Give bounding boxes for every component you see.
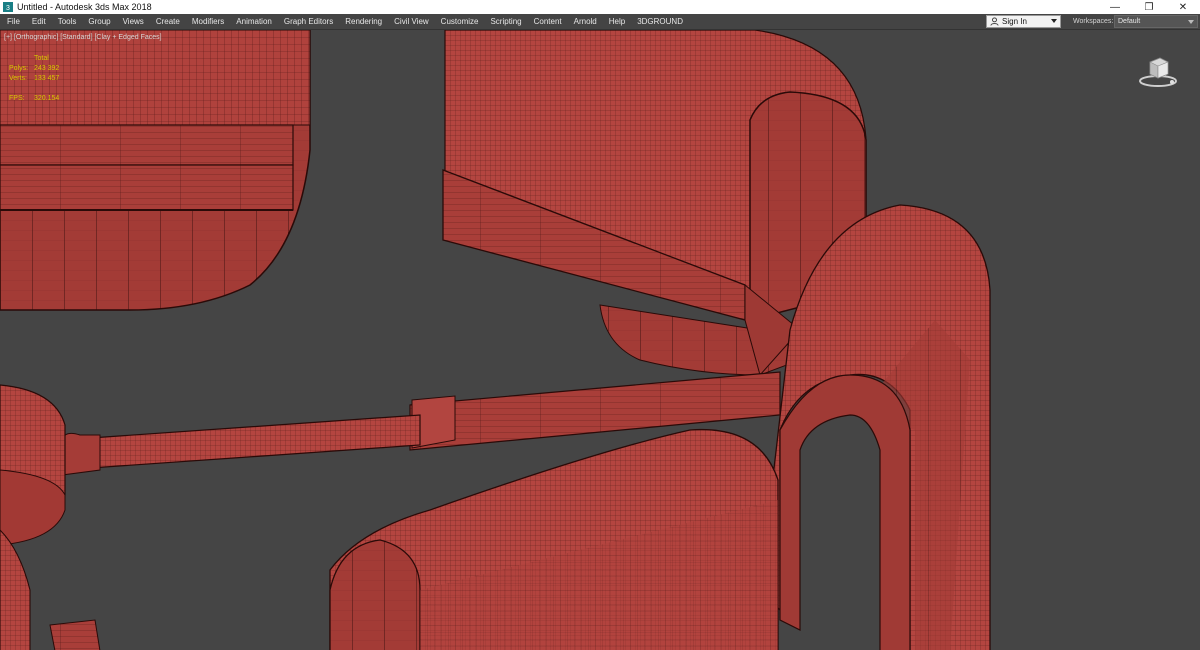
chevron-down-icon — [1051, 19, 1057, 23]
svg-text:3: 3 — [6, 5, 10, 12]
3ds-max-icon: 3 — [3, 2, 13, 12]
mesh-pipe — [61, 414, 421, 476]
menu-scripting[interactable]: Scripting — [484, 14, 527, 29]
mesh-lower-capsule — [329, 428, 779, 650]
menu-file[interactable]: File — [0, 14, 26, 29]
menu-civil-view[interactable]: Civil View — [388, 14, 435, 29]
restore-button[interactable]: ❐ — [1132, 0, 1166, 14]
menu-group[interactable]: Group — [82, 14, 116, 29]
workspaces-label: Workspaces: — [1073, 18, 1114, 25]
scene-render — [0, 30, 991, 650]
minimize-button[interactable]: — — [1098, 0, 1132, 14]
workspace-select[interactable]: Default — [1114, 15, 1198, 28]
perspective-viewport[interactable]: [+] [Orthographic] [Standard] [Clay + Ed… — [0, 29, 1200, 650]
menu-graph-editors[interactable]: Graph Editors — [278, 14, 339, 29]
menu-3dground[interactable]: 3DGROUND — [631, 14, 689, 29]
fps-label: FPS: — [9, 95, 25, 102]
chevron-down-icon — [1188, 20, 1194, 24]
title-bar: 3 Untitled - Autodesk 3ds Max 2018 — ❐ ✕ — [0, 0, 1200, 14]
workspace-value: Default — [1118, 18, 1141, 25]
main-menu: File Edit Tools Group Views Create Modif… — [0, 14, 689, 29]
menu-views[interactable]: Views — [117, 14, 150, 29]
viewport-label[interactable]: [+] [Orthographic] [Standard] [Clay + Ed… — [4, 34, 162, 41]
menu-create[interactable]: Create — [150, 14, 186, 29]
verts-label: Verts: — [9, 75, 27, 82]
menu-customize[interactable]: Customize — [435, 14, 485, 29]
menu-animation[interactable]: Animation — [230, 14, 278, 29]
mesh-left-disc — [0, 384, 66, 546]
mesh-bottom-left-fragments — [0, 529, 101, 650]
polys-value: 243 392 — [34, 65, 60, 72]
verts-value: 133 457 — [34, 75, 60, 82]
sign-in-dropdown[interactable]: Sign In — [986, 15, 1061, 28]
menu-content[interactable]: Content — [528, 14, 568, 29]
menu-arnold[interactable]: Arnold — [568, 14, 603, 29]
menu-edit[interactable]: Edit — [26, 14, 52, 29]
menu-bar: File Edit Tools Group Views Create Modif… — [0, 14, 1200, 29]
menu-rendering[interactable]: Rendering — [339, 14, 388, 29]
viewcube-icon[interactable] — [1136, 52, 1180, 92]
menu-tools[interactable]: Tools — [52, 14, 83, 29]
menu-modifiers[interactable]: Modifiers — [186, 14, 230, 29]
fps-value: 320.154 — [34, 95, 60, 102]
sign-in-label: Sign In — [1002, 17, 1027, 26]
menu-help[interactable]: Help — [603, 14, 631, 29]
user-icon — [990, 17, 999, 26]
polys-label: Polys: — [9, 65, 29, 72]
close-button[interactable]: ✕ — [1166, 0, 1200, 14]
stats-header: Total — [34, 55, 49, 62]
window-title: Untitled - Autodesk 3ds Max 2018 — [17, 2, 152, 12]
viewport-statistics: Total Polys: 243 392 Verts: 133 457 FPS:… — [9, 54, 59, 104]
